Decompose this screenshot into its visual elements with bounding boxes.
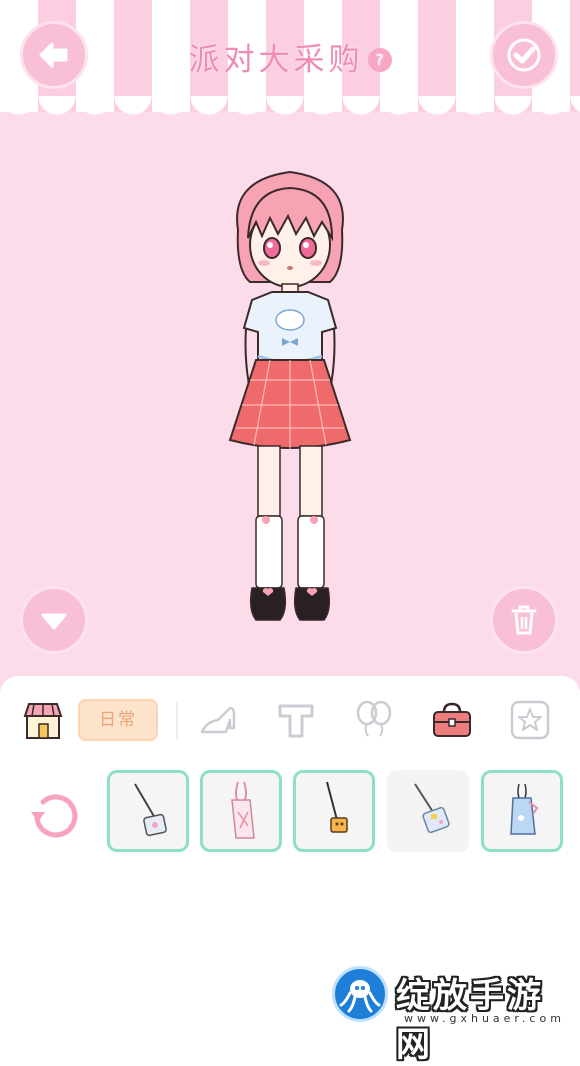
small-yellow-bag-icon [326, 781, 348, 833]
tote-bag-icon [231, 781, 255, 839]
collapse-button[interactable] [20, 586, 88, 654]
item-small-yellow-bag[interactable] [293, 770, 375, 852]
arrow-left-icon [39, 42, 68, 68]
category-bar: 日常 [0, 692, 580, 748]
delete-button[interactable] [490, 586, 558, 654]
check-icon [507, 38, 541, 72]
chevron-down-icon [41, 613, 67, 630]
back-button[interactable] [20, 21, 88, 89]
top-icon[interactable] [274, 698, 318, 742]
item-crossbody-bag[interactable] [107, 770, 189, 852]
page-title-text: 派对大采购 [188, 42, 364, 78]
dressing-stage: 派对大采购? [0, 0, 580, 690]
awning-scallops [0, 96, 580, 126]
refresh-icon[interactable] [27, 788, 83, 844]
trash-icon [511, 605, 537, 635]
balloon-icon[interactable] [352, 698, 396, 742]
confirm-button[interactable] [490, 21, 558, 89]
item-tote-bag[interactable] [200, 770, 282, 852]
crossbody-bag-icon [134, 783, 167, 837]
watermark: 绽放手游网 www.gxhuaer.com [332, 966, 572, 1065]
star-icon[interactable] [508, 698, 552, 742]
item-blue-bag[interactable] [481, 770, 563, 852]
octopus-logo-icon [332, 966, 388, 1022]
watermark-url: www.gxhuaer.com [404, 1012, 565, 1025]
blue-bag-icon [510, 783, 539, 835]
bag-icon[interactable] [430, 698, 474, 742]
help-icon[interactable]: ? [367, 48, 392, 72]
category-tag-daily[interactable]: 日常 [78, 699, 158, 741]
item-patterned-bag[interactable] [387, 770, 469, 852]
category-divider [176, 702, 178, 740]
high-heel-icon[interactable] [196, 698, 240, 742]
character-avatar [228, 170, 352, 621]
patterned-bag-icon [414, 783, 450, 834]
item-list [0, 770, 580, 860]
shop-icon[interactable] [21, 698, 65, 742]
